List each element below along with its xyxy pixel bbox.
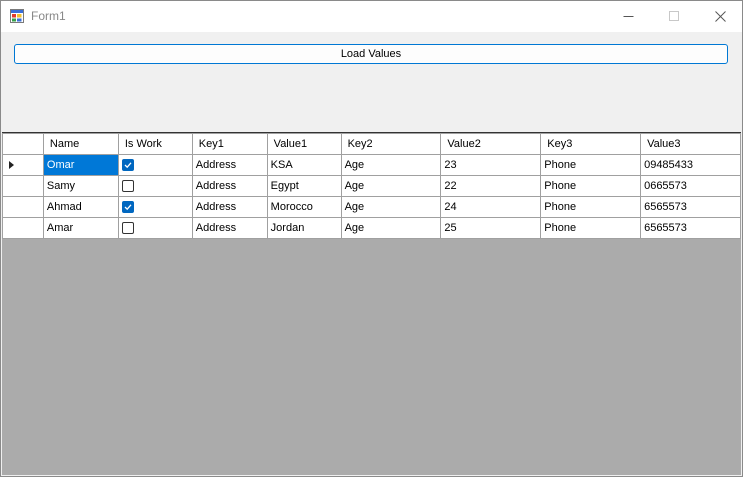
cell-key1[interactable]: Address xyxy=(191,217,268,239)
title-bar[interactable]: Form1 xyxy=(1,1,742,32)
cell-is-work[interactable] xyxy=(117,154,193,176)
form-app-icon xyxy=(10,9,24,23)
data-grid[interactable]: Name Is Work Key1 Value1 Key2 Value2 Key… xyxy=(2,132,741,475)
cell-value3[interactable]: 6565573 xyxy=(640,217,741,239)
main-window: Form1 Load Values Name Is Work Key1 Valu… xyxy=(0,0,743,477)
window-title: Form1 xyxy=(31,9,66,23)
cell-value1[interactable]: KSA xyxy=(266,154,342,176)
cell-name[interactable]: Samy xyxy=(42,175,119,197)
is-work-checkbox[interactable] xyxy=(121,201,134,214)
maximize-icon xyxy=(668,11,679,21)
cell-key3[interactable]: Phone xyxy=(540,196,642,218)
table-row[interactable]: Ahmad Address Morocco Age 24 Phone 65655… xyxy=(2,196,741,218)
column-header-value1[interactable]: Value1 xyxy=(266,133,342,155)
cell-name[interactable]: Amar xyxy=(42,217,119,239)
table-row[interactable]: Amar Address Jordan Age 25 Phone 6565573 xyxy=(2,217,741,239)
cell-value3[interactable]: 0665573 xyxy=(640,175,741,197)
close-button[interactable] xyxy=(697,1,742,32)
cell-value1[interactable]: Jordan xyxy=(266,217,342,239)
cell-name[interactable]: Omar xyxy=(42,154,119,176)
is-work-checkbox[interactable] xyxy=(121,222,134,235)
header-row: Name Is Work Key1 Value1 Key2 Value2 Key… xyxy=(2,133,741,155)
cell-key2[interactable]: Age xyxy=(340,217,442,239)
cell-key1[interactable]: Address xyxy=(191,196,268,218)
data-grid-table: Name Is Work Key1 Value1 Key2 Value2 Key… xyxy=(2,133,741,239)
column-header-value2[interactable]: Value2 xyxy=(440,133,542,155)
cell-key2[interactable]: Age xyxy=(340,175,442,197)
cell-is-work[interactable] xyxy=(117,175,193,197)
maximize-button[interactable] xyxy=(651,1,697,32)
top-left-header-cell[interactable] xyxy=(2,133,44,155)
cell-key3[interactable]: Phone xyxy=(540,154,642,176)
column-header-value3[interactable]: Value3 xyxy=(640,133,741,155)
cell-is-work[interactable] xyxy=(117,217,193,239)
column-header-is-work[interactable]: Is Work xyxy=(117,133,193,155)
row-header[interactable] xyxy=(2,217,44,239)
cell-key2[interactable]: Age xyxy=(340,196,442,218)
minimize-button[interactable] xyxy=(605,1,651,32)
close-icon xyxy=(714,11,726,22)
cell-key3[interactable]: Phone xyxy=(540,217,642,239)
column-header-name[interactable]: Name xyxy=(42,133,119,155)
checkmark-icon xyxy=(124,204,132,211)
column-header-key1[interactable]: Key1 xyxy=(191,133,268,155)
load-values-button[interactable]: Load Values xyxy=(14,44,728,64)
cell-value3[interactable]: 09485433 xyxy=(640,154,741,176)
cell-name[interactable]: Ahmad xyxy=(42,196,119,218)
minimize-icon xyxy=(623,16,633,17)
is-work-checkbox[interactable] xyxy=(121,180,134,193)
column-header-key2[interactable]: Key2 xyxy=(340,133,442,155)
row-header[interactable] xyxy=(2,196,44,218)
cell-value2[interactable]: 24 xyxy=(440,196,542,218)
cell-key2[interactable]: Age xyxy=(340,154,442,176)
cell-value1[interactable]: Egypt xyxy=(266,175,342,197)
cell-value1[interactable]: Morocco xyxy=(266,196,342,218)
table-row[interactable]: Omar Address KSA Age 23 Phone 09485433 xyxy=(2,154,741,176)
cell-value2[interactable]: 25 xyxy=(440,217,542,239)
cell-key1[interactable]: Address xyxy=(191,175,268,197)
table-row[interactable]: Samy Address Egypt Age 22 Phone 0665573 xyxy=(2,175,741,197)
cell-value2[interactable]: 22 xyxy=(440,175,542,197)
is-work-checkbox[interactable] xyxy=(121,159,134,172)
cell-key1[interactable]: Address xyxy=(191,154,268,176)
cell-is-work[interactable] xyxy=(117,196,193,218)
cell-value2[interactable]: 23 xyxy=(440,154,542,176)
column-header-key3[interactable]: Key3 xyxy=(540,133,642,155)
cell-key3[interactable]: Phone xyxy=(540,175,642,197)
cell-value3[interactable]: 6565573 xyxy=(640,196,741,218)
current-row-arrow-icon xyxy=(9,161,14,169)
checkmark-icon xyxy=(124,162,132,169)
row-header[interactable] xyxy=(2,154,44,176)
row-header[interactable] xyxy=(2,175,44,197)
